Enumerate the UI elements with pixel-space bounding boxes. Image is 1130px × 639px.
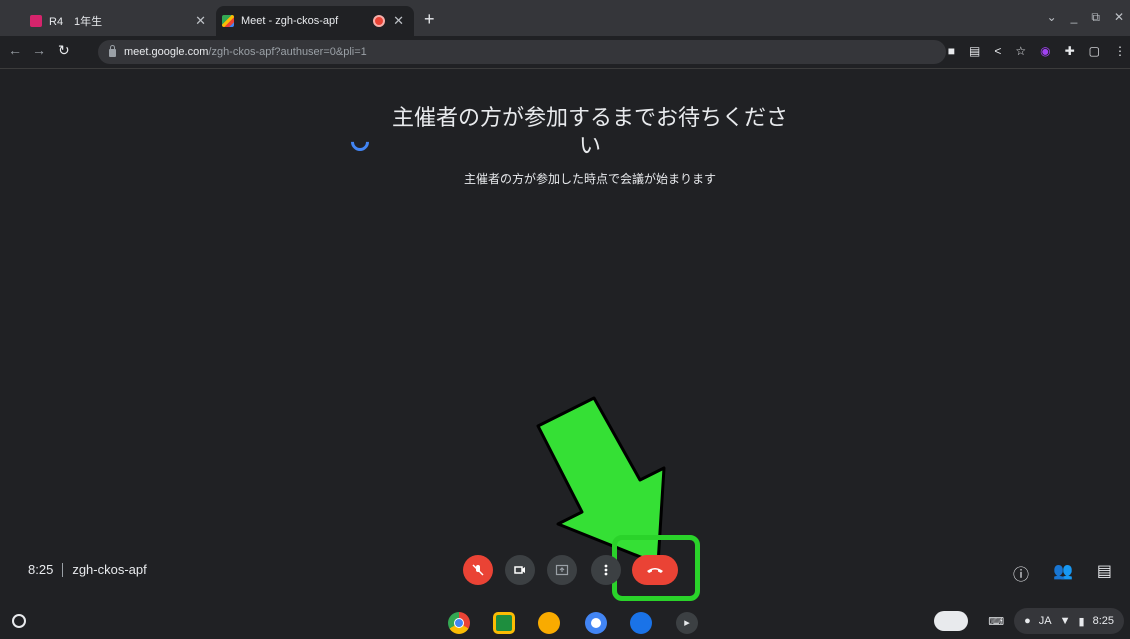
meet-favicon-icon [222, 15, 234, 27]
loading-spinner-icon [347, 129, 373, 155]
meeting-time: 8:25 [28, 562, 54, 577]
address-bar[interactable]: meet.google.com /zgh-ckos-apf?authuser=0… [98, 40, 946, 64]
camera-icon [514, 566, 525, 574]
tab-r4[interactable]: R4 1年生 ✕ [30, 6, 216, 36]
status-area[interactable]: ● JA ▼ ▮ 8:25 [1014, 608, 1124, 634]
stylus-tools-icon[interactable] [934, 611, 969, 631]
mic-off-icon [472, 564, 484, 576]
tab-strip: R4 1年生 ✕ Meet - zgh-ckos-apf ✕ + ⌄ _ ⧉ ✕ [0, 0, 1130, 36]
meeting-details-info-icon[interactable]: ⓘ [1013, 561, 1029, 585]
extension-icon[interactable]: ◉ [1040, 44, 1050, 58]
more-options-button[interactable] [591, 555, 621, 585]
waiting-subtitle: 主催者の方が参加した時点で会議が始まります [463, 172, 716, 186]
menu-icon[interactable]: ⋮ [1114, 44, 1126, 58]
waiting-title: 主催者の方が参加するまでお待ちください [391, 105, 788, 158]
camera-in-use-icon[interactable]: ■ [948, 44, 955, 58]
restore-icon[interactable]: ⧉ [1091, 10, 1100, 25]
new-tab-button[interactable]: + [424, 10, 435, 28]
notification-icon: ● [1024, 615, 1031, 627]
tray-clock: 8:25 [1092, 615, 1114, 627]
translate-icon[interactable]: ▤ [969, 44, 980, 58]
url-path: /zgh-ckos-apf?authuser=0&pli=1 [208, 46, 367, 58]
side-panel-icon[interactable]: ▢ [1089, 44, 1100, 58]
wifi-icon: ▼ [1059, 615, 1071, 627]
camera-button[interactable] [505, 555, 535, 585]
present-screen-icon [555, 564, 569, 576]
meeting-code: zgh-ckos-apf [72, 562, 147, 577]
tab-meet[interactable]: Meet - zgh-ckos-apf ✕ [216, 6, 414, 36]
classroom-app-icon[interactable] [493, 612, 515, 634]
play-store-icon[interactable]: ▸ [676, 612, 698, 634]
bookmark-star-icon[interactable]: ☆ [1015, 44, 1026, 58]
close-icon[interactable]: ✕ [1114, 10, 1124, 25]
mic-off-button[interactable] [463, 555, 493, 585]
tab-title: Meet - zgh-ckos-apf [241, 15, 339, 27]
url-host: meet.google.com [124, 46, 209, 58]
window-controls: ⌄ _ ⧉ ✕ [1047, 10, 1124, 25]
annotation-arrow-icon [536, 396, 666, 566]
files-app-icon[interactable] [630, 612, 652, 634]
extensions-puzzle-icon[interactable]: ✚ [1065, 44, 1075, 58]
ime-indicator: JA [1038, 615, 1052, 627]
leave-call-button[interactable] [632, 555, 678, 585]
chat-icon[interactable]: ▤ [1097, 561, 1112, 585]
divider [62, 562, 64, 577]
launcher-icon[interactable] [12, 614, 26, 628]
tab-title: R4 1年生 [49, 16, 103, 28]
close-tab-icon[interactable]: ✕ [195, 13, 206, 29]
lock-icon [109, 45, 116, 57]
chromeos-shelf: ▸ ⌨ ● JA ▼ ▮ 8:25 [0, 602, 1130, 639]
people-icon[interactable]: 👥 [1053, 561, 1073, 585]
recording-icon [373, 15, 386, 27]
camera-app-icon[interactable] [585, 612, 607, 634]
jamboard-app-icon[interactable] [538, 612, 560, 634]
minimize-icon[interactable]: _ [1071, 10, 1078, 25]
classroom-favicon-icon [30, 15, 42, 27]
chevron-down-icon[interactable]: ⌄ [1047, 10, 1057, 25]
share-icon[interactable]: < [994, 44, 1001, 58]
system-tray: ⌨ ● JA ▼ ▮ 8:25 [934, 608, 1124, 634]
battery-icon: ▮ [1078, 615, 1085, 628]
keyboard-icon[interactable]: ⌨ [988, 615, 1004, 628]
meeting-side-controls: ⓘ 👥 ▤ [1013, 561, 1112, 585]
browser-toolbar: ← → ↻ meet.google.com /zgh-ckos-apf?auth… [0, 36, 1130, 69]
meeting-info: 8:25 zgh-ckos-apf [28, 562, 147, 577]
chrome-app-icon[interactable] [448, 612, 470, 634]
reload-icon[interactable]: ↻ [58, 42, 70, 59]
hang-up-icon [647, 568, 663, 573]
close-tab-icon[interactable]: ✕ [393, 13, 404, 29]
back-icon[interactable]: ← [8, 42, 22, 58]
more-vert-icon [604, 564, 608, 576]
present-screen-button[interactable] [547, 555, 577, 585]
toolbar-icons: ■ ▤ < ☆ ◉ ✚ ▢ ⋮ [948, 44, 1126, 58]
forward-icon[interactable]: → [32, 42, 46, 58]
